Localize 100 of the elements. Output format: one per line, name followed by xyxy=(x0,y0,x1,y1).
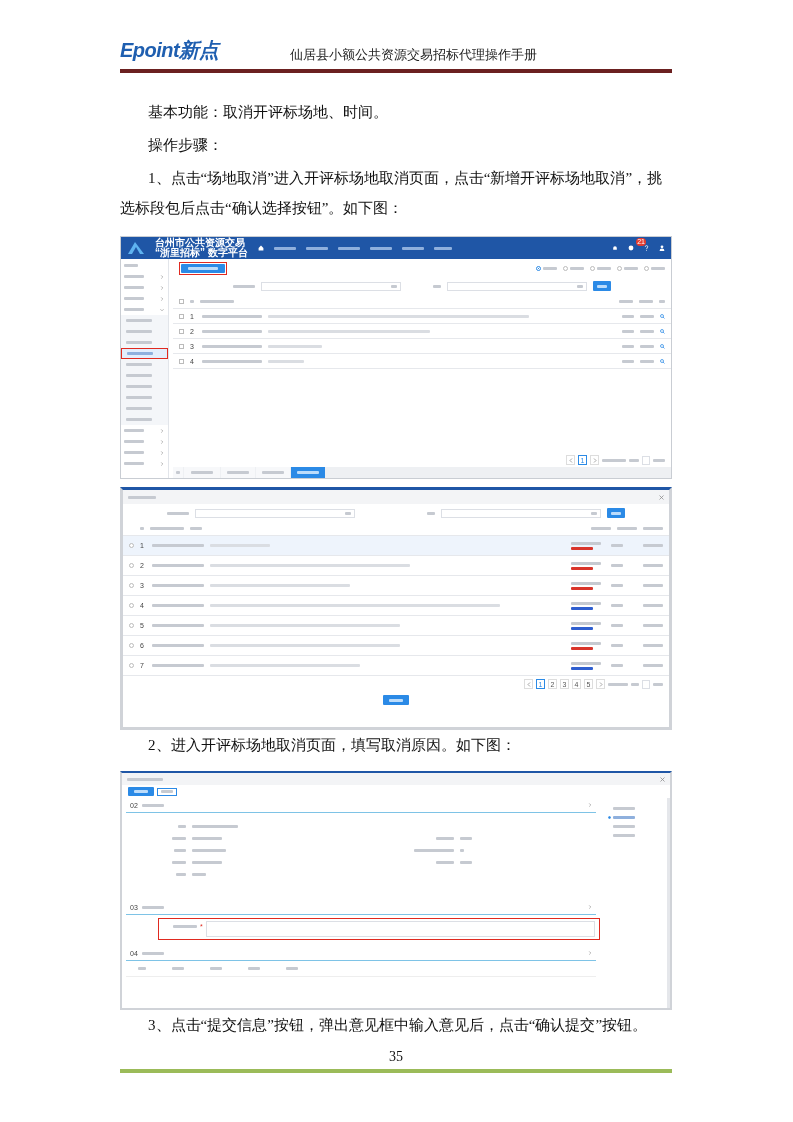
blurred-text xyxy=(126,385,152,388)
search-icon[interactable] xyxy=(660,313,665,319)
blurred-text xyxy=(200,300,234,303)
page-tab[interactable] xyxy=(184,467,220,478)
blurred-text xyxy=(613,834,635,837)
close-icon[interactable] xyxy=(660,776,665,782)
save-button[interactable] xyxy=(157,787,177,796)
blurred-text xyxy=(617,527,637,530)
blurred-text xyxy=(126,407,152,410)
blurred-text xyxy=(172,837,186,840)
blurred-text xyxy=(124,429,144,432)
search-icon[interactable] xyxy=(660,328,665,334)
row-radio[interactable] xyxy=(129,563,134,568)
search-button[interactable] xyxy=(607,508,625,518)
blurred-text xyxy=(622,359,634,363)
page-field[interactable] xyxy=(642,679,650,689)
filter-radio[interactable] xyxy=(617,265,622,271)
blurred-text xyxy=(126,418,152,421)
blurred-text xyxy=(608,682,628,686)
blurred-text xyxy=(150,527,184,530)
blurred-text xyxy=(640,314,654,318)
paragraph: 操作步骤： xyxy=(147,136,224,155)
filter-radio[interactable] xyxy=(563,265,568,271)
prev-page-button[interactable] xyxy=(566,455,575,465)
chevron-icon xyxy=(160,450,164,455)
blurred-text xyxy=(227,471,249,474)
blurred-text xyxy=(152,564,204,567)
blurred-text xyxy=(570,266,584,270)
prev-page-button[interactable] xyxy=(524,679,533,689)
blurred-text xyxy=(611,544,623,547)
user-icon[interactable] xyxy=(659,245,665,251)
search-field[interactable] xyxy=(441,508,601,518)
blurred-text xyxy=(602,458,626,462)
blurred-text xyxy=(124,462,144,465)
blurred-text xyxy=(643,604,663,607)
confirm-button[interactable] xyxy=(383,695,409,705)
search-button[interactable] xyxy=(593,281,611,291)
help-icon[interactable] xyxy=(644,245,649,251)
page-tab[interactable] xyxy=(221,467,255,478)
row-radio[interactable] xyxy=(129,583,134,588)
paragraph: 3、点击“提交信息”按钮，弹出意见框中输入意见后，点击“确认提交”按钮。 xyxy=(147,1016,649,1035)
next-page-button[interactable] xyxy=(596,679,605,689)
blurred-text xyxy=(369,246,392,250)
chevron-icon xyxy=(160,428,164,433)
search-field[interactable] xyxy=(447,281,587,291)
blurred-text xyxy=(124,440,144,443)
row-checkbox[interactable] xyxy=(179,343,184,349)
chevron-icon xyxy=(588,803,592,807)
blurred-text xyxy=(262,471,284,474)
blurred-text xyxy=(629,458,639,462)
blurred-text xyxy=(202,344,262,348)
bell-icon[interactable] xyxy=(612,245,618,251)
blurred-text xyxy=(639,300,653,303)
settings-icon[interactable] xyxy=(628,245,634,251)
sidebar-subitem[interactable] xyxy=(121,348,168,359)
chevron-icon xyxy=(160,274,164,279)
blurred-text xyxy=(167,511,189,515)
next-page-button[interactable] xyxy=(590,455,599,465)
blurred-text xyxy=(433,246,452,250)
blurred-text xyxy=(152,644,204,647)
submit-button[interactable] xyxy=(128,787,154,796)
row-radio[interactable] xyxy=(129,623,134,628)
blurred-text xyxy=(124,263,138,267)
row-checkbox[interactable] xyxy=(179,358,184,364)
blurred-text xyxy=(190,300,194,303)
blurred-text xyxy=(202,329,262,333)
blurred-text xyxy=(210,967,222,970)
search-field[interactable] xyxy=(261,281,401,291)
blurred-text xyxy=(651,266,665,270)
row-radio[interactable] xyxy=(129,663,134,668)
page-tab[interactable] xyxy=(291,467,325,478)
reason-field[interactable] xyxy=(205,921,595,937)
search-icon[interactable] xyxy=(660,343,665,349)
blurred-text xyxy=(613,825,635,828)
page-field[interactable] xyxy=(642,455,650,465)
row-radio[interactable] xyxy=(129,543,134,548)
blurred-text xyxy=(192,873,206,876)
blurred-text xyxy=(192,861,222,864)
blurred-text xyxy=(176,873,186,876)
search-icon[interactable] xyxy=(660,358,665,364)
row-checkbox[interactable] xyxy=(179,313,184,319)
chevron-icon xyxy=(160,461,164,466)
page-tab[interactable] xyxy=(256,467,290,478)
filter-radio[interactable] xyxy=(536,265,541,271)
blurred-text xyxy=(268,344,322,348)
home-icon[interactable] xyxy=(257,245,264,251)
search-field[interactable] xyxy=(195,508,355,518)
close-icon[interactable] xyxy=(659,494,664,500)
filter-radio[interactable] xyxy=(590,265,595,271)
blurred-text xyxy=(611,624,623,627)
row-radio[interactable] xyxy=(129,603,134,608)
row-checkbox[interactable] xyxy=(179,328,184,334)
page-tab[interactable] xyxy=(173,467,183,478)
row-radio[interactable] xyxy=(129,643,134,648)
blurred-text xyxy=(619,300,633,303)
filter-radio[interactable] xyxy=(644,265,649,271)
blurred-text xyxy=(643,644,663,647)
blurred-text xyxy=(460,837,472,840)
blurred-text xyxy=(611,604,623,607)
blurred-text xyxy=(622,329,634,333)
